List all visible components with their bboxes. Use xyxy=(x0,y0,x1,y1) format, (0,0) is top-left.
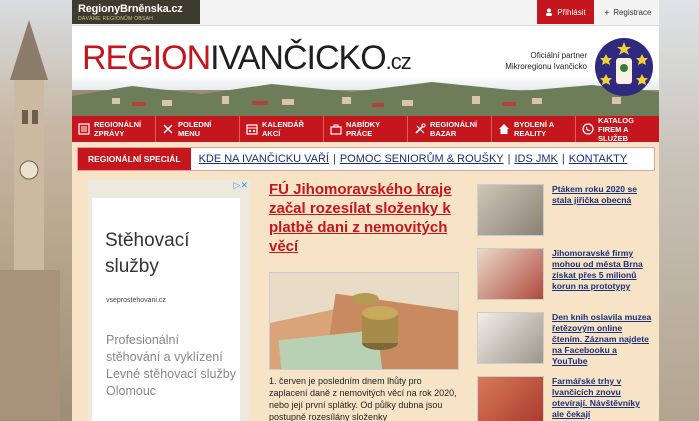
calendar-icon xyxy=(246,124,258,135)
side-news-item[interactable]: Den knih oslavila muzea řetězovým online… xyxy=(477,312,657,376)
nav-label: BYDLENÍ A REALITY xyxy=(514,120,554,138)
special-link-kontakty[interactable]: KONTAKTY xyxy=(569,153,627,165)
side-news-thumbnail[interactable] xyxy=(477,312,544,364)
separator: | xyxy=(332,153,336,165)
user-icon xyxy=(546,8,553,16)
newspaper-icon xyxy=(78,123,90,135)
separator: | xyxy=(561,153,565,165)
ad-card[interactable]: Stěhovací služby vseprostehovani.cz Prof… xyxy=(92,198,240,421)
ad-text: Profesionální stěhování a vyklízení Levn… xyxy=(106,333,236,398)
nav-item-bazar[interactable]: REGIONÁLNÍ BAZAR xyxy=(408,116,492,142)
nav-label: REGIONÁLNÍ ZPRÁVY xyxy=(94,120,142,138)
partner-line-1: Oficiální partner xyxy=(530,51,587,60)
advertisement[interactable]: ▷✕ Stěhovací služby vseprostehovani.cz P… xyxy=(88,180,250,421)
nav-item-reality[interactable]: BYDLENÍ A REALITY xyxy=(492,116,576,142)
side-news-title[interactable]: Ptákem roku 2020 se stala jiřička obecná xyxy=(552,184,652,206)
site-header: REGIONIVANČICKO.cz Oficiální partner Mik… xyxy=(72,26,659,116)
main-nav: REGIONÁLNÍ ZPRÁVY POLEDNÍ MENU KALENDÁŘ … xyxy=(72,115,659,143)
side-news-item[interactable]: Jihomoravské firmy mohou od města Brna z… xyxy=(477,248,657,312)
special-label: REGIONÁLNÍ SPECIÁL xyxy=(78,148,191,170)
side-news-title[interactable]: Jihomoravské firmy mohou od města Brna z… xyxy=(552,248,652,292)
nav-label: REGIONÁLNÍ BAZAR xyxy=(430,120,478,138)
briefcase-icon xyxy=(330,124,342,135)
main-article-perex: 1. červen je posledním dnem lhůty pro za… xyxy=(269,376,457,421)
nav-item-poledni-menu[interactable]: POLEDNÍ MENU xyxy=(156,116,240,142)
mikroregion-emblem-icon[interactable] xyxy=(594,34,654,100)
background-right xyxy=(659,0,699,421)
town-panorama-image xyxy=(72,82,659,116)
tools-icon xyxy=(415,123,426,134)
special-link-kde-vari[interactable]: KDE NA IVANČICKU VAŘÍ xyxy=(199,153,329,165)
side-news-list: Ptákem roku 2020 se stala jiřička obecná… xyxy=(477,184,657,421)
nav-label: POLEDNÍ MENU xyxy=(178,120,212,138)
nav-item-prace[interactable]: NABÍDKY PRÁCE xyxy=(324,116,408,142)
banknotes-coins-image xyxy=(255,273,475,385)
logo-part-ivancicko: IVANČICKO xyxy=(210,39,387,77)
main-article: FÚ Jihomoravského kraje začal rozesílat … xyxy=(255,180,475,421)
main-article-image[interactable] xyxy=(255,272,475,385)
nav-label: KATALOG FIREM A SLUŽEB xyxy=(598,115,634,143)
brand-tagline: DÁVÁME REGIONŮM OBSAH xyxy=(78,16,154,22)
main-article-title[interactable]: FÚ Jihomoravského kraje začal rozesílat … xyxy=(269,180,466,256)
brand-name: RegionyBrněnska.cz xyxy=(78,3,183,15)
nav-label: NABÍDKY PRÁCE xyxy=(346,120,381,138)
house-icon xyxy=(499,124,509,134)
phone-icon xyxy=(582,123,594,135)
side-news-thumbnail[interactable] xyxy=(477,248,544,300)
nav-item-zpravy[interactable]: REGIONÁLNÍ ZPRÁVY xyxy=(72,116,156,142)
special-link-ids-jmk[interactable]: IDS JMK xyxy=(514,153,557,165)
nav-label: KALENDÁŘ AKCÍ xyxy=(262,120,305,138)
register-button[interactable]: + Registrace xyxy=(597,0,659,24)
side-news-thumbnail[interactable] xyxy=(477,184,544,236)
side-news-title[interactable]: Farmářské trhy v Ivančicích znovu otevír… xyxy=(552,376,652,420)
ad-choices-close-icon[interactable]: ▷✕ xyxy=(234,180,248,191)
ad-url: vseprostehovani.cz xyxy=(106,297,166,304)
special-links: KDE NA IVANČICKU VAŘÍ | POMOC SENIORŮM &… xyxy=(191,153,628,165)
logo-part-tld: .cz xyxy=(385,49,412,74)
regional-special-bar: REGIONÁLNÍ SPECIÁL KDE NA IVANČICKU VAŘÍ… xyxy=(77,147,655,171)
login-label: Přihlásit xyxy=(557,7,586,17)
special-link-pomoc-seniorum[interactable]: POMOC SENIORŮM & ROUŠKY xyxy=(340,153,504,165)
partner-text: Oficiální partner Mikroregionu Ivančicko xyxy=(505,50,587,72)
regiony-brnenska-logo[interactable]: RegionyBrněnska.cz DÁVÁME REGIONŮM OBSAH xyxy=(72,0,200,24)
church-tower-image xyxy=(0,20,60,420)
side-news-title[interactable]: Den knih oslavila muzea řetězovým online… xyxy=(552,312,652,367)
separator: | xyxy=(507,153,511,165)
logo-part-region: REGION xyxy=(82,39,211,77)
background-left xyxy=(0,0,72,421)
plus-icon: + xyxy=(604,7,610,17)
side-news-item[interactable]: Farmářské trhy v Ivančicích znovu otevír… xyxy=(477,376,657,421)
side-news-item[interactable]: Ptákem roku 2020 se stala jiřička obecná xyxy=(477,184,657,248)
cutlery-icon xyxy=(163,124,173,134)
side-news-thumbnail[interactable] xyxy=(477,376,544,421)
top-bar: RegionyBrněnska.cz DÁVÁME REGIONŮM OBSAH… xyxy=(72,0,659,26)
ad-title: Stěhovací služby xyxy=(105,230,190,277)
nav-item-katalog[interactable]: KATALOG FIREM A SLUŽEB xyxy=(576,115,659,143)
region-ivancicko-logo[interactable]: REGIONIVANČICKO.cz xyxy=(82,39,412,78)
register-label: Registrace xyxy=(613,7,652,17)
partner-line-2: Mikroregionu Ivančicko xyxy=(505,62,587,71)
main-content: REGIONÁLNÍ SPECIÁL KDE NA IVANČICKU VAŘÍ… xyxy=(72,142,659,421)
login-button[interactable]: Přihlásit xyxy=(537,0,594,24)
nav-item-kalendar[interactable]: KALENDÁŘ AKCÍ xyxy=(240,116,324,142)
